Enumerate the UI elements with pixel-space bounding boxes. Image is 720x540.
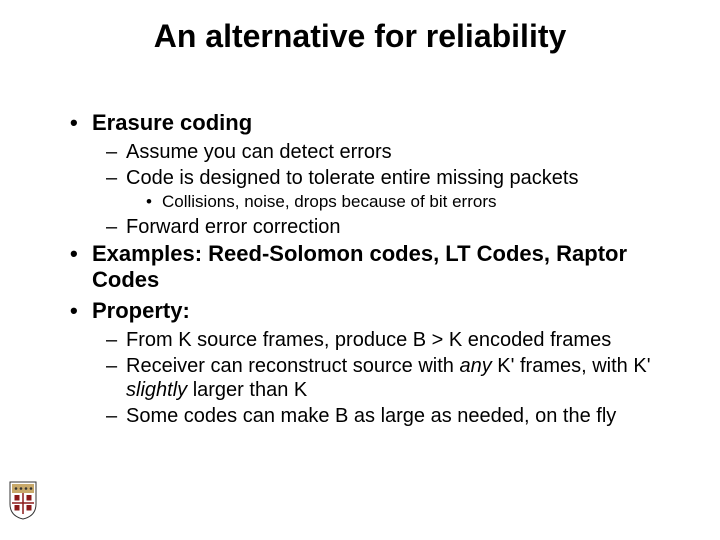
- sub-receiver: – Receiver can reconstruct source with a…: [70, 354, 670, 402]
- slide-title: An alternative for reliability: [0, 18, 720, 55]
- sub-label-part1: Receiver can reconstruct source with: [126, 355, 459, 377]
- bullet-icon: •: [70, 110, 78, 136]
- sub-label-part2: K' frames, with K': [492, 355, 651, 377]
- dash-icon: –: [106, 328, 117, 352]
- sub-label-part3: larger than K: [187, 379, 307, 401]
- dash-icon: –: [106, 354, 117, 378]
- dash-icon: –: [106, 166, 117, 190]
- bullet-label: Property:: [92, 298, 190, 323]
- sub-some-codes: – Some codes can make B as large as need…: [70, 404, 670, 428]
- sub-label: From K source frames, produce B > K enco…: [126, 329, 611, 351]
- dot-icon: •: [146, 192, 152, 212]
- sub-label: Code is designed to tolerate entire miss…: [126, 167, 578, 189]
- sub-fec: – Forward error correction: [70, 215, 670, 239]
- bullet-icon: •: [70, 298, 78, 324]
- bullet-label: Examples: Reed-Solomon codes, LT Codes, …: [92, 241, 627, 292]
- subsub-collisions: • Collisions, noise, drops because of bi…: [70, 192, 670, 212]
- dash-icon: –: [106, 404, 117, 428]
- sub-label-em1: any: [459, 355, 491, 377]
- bullet-property: • Property:: [70, 298, 670, 324]
- bullet-label: Erasure coding: [92, 110, 252, 135]
- slide-body: • Erasure coding – Assume you can detect…: [70, 110, 670, 430]
- bullet-erasure-coding: • Erasure coding: [70, 110, 670, 136]
- sub-label: Assume you can detect errors: [126, 141, 392, 163]
- sub-from-k: – From K source frames, produce B > K en…: [70, 328, 670, 352]
- dash-icon: –: [106, 140, 117, 164]
- dash-icon: –: [106, 215, 117, 239]
- sub-label-em2: slightly: [126, 379, 187, 401]
- sub-assume-detect: – Assume you can detect errors: [70, 140, 670, 164]
- sub-label: Forward error correction: [126, 216, 341, 238]
- slide: An alternative for reliability • Erasure…: [0, 0, 720, 540]
- sub-label: Some codes can make B as large as needed…: [126, 405, 616, 427]
- bullet-icon: •: [70, 241, 78, 267]
- sub-code-tolerate: – Code is designed to tolerate entire mi…: [70, 166, 670, 190]
- subsub-label: Collisions, noise, drops because of bit …: [162, 192, 497, 211]
- bullet-examples: • Examples: Reed-Solomon codes, LT Codes…: [70, 241, 670, 294]
- university-shield-icon: [8, 480, 38, 520]
